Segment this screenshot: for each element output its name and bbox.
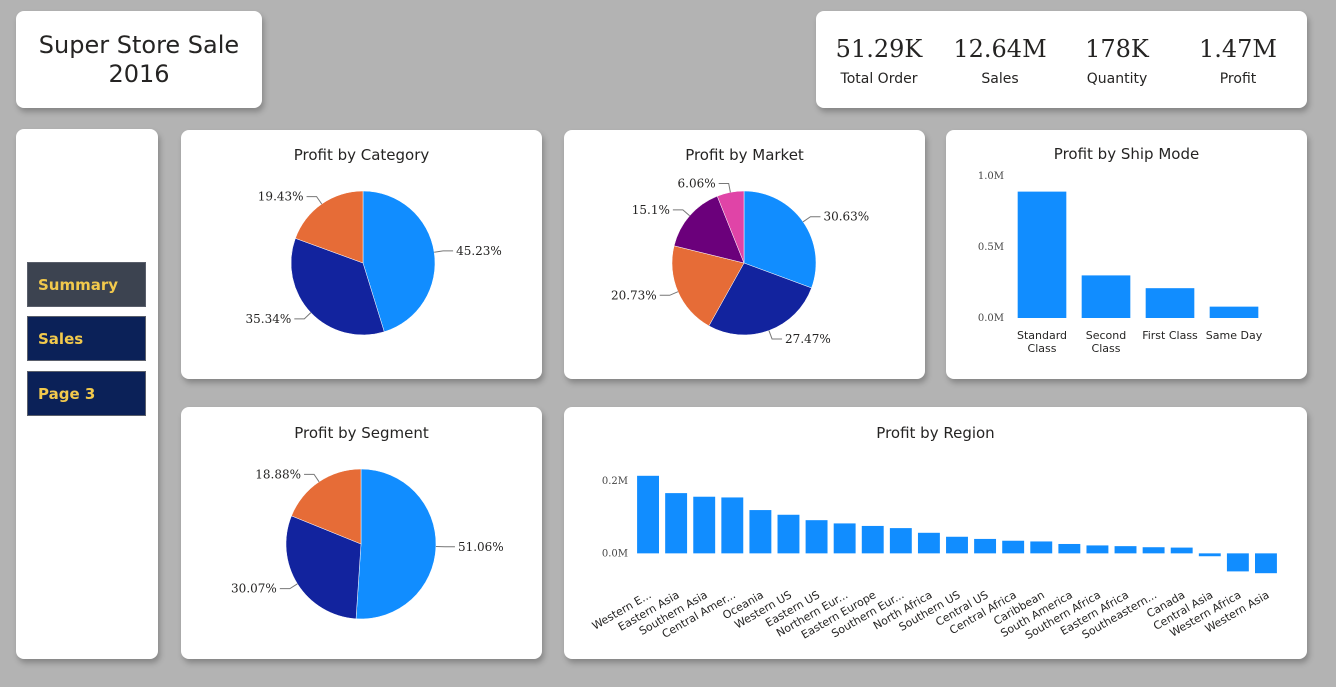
- market-data-label-0: 30.63%: [823, 210, 869, 224]
- report-title: Super Store Sale 2016: [39, 31, 239, 89]
- nav-button-sales-label: Sales: [38, 329, 84, 348]
- profit-by-segment-chart: Profit by Segment 51.06% 30.07% 18.88%: [231, 424, 504, 620]
- region-bar-14[interactable]: [1030, 541, 1053, 554]
- segment-slice-0[interactable]: [355, 468, 437, 620]
- kpi-quantity: 178K Quantity: [1057, 35, 1177, 87]
- ship-mode-category-label-0: Standard Class: [1017, 329, 1067, 355]
- profit-by-segment-card: Profit by Segment 51.06% 30.07% 18.88%: [181, 407, 542, 659]
- kpi-profit-label: Profit: [1219, 71, 1257, 87]
- region-bar-18[interactable]: [1142, 547, 1165, 554]
- kpi-card: 51.29K Total Order 12.64M Sales 178K Qua…: [816, 11, 1307, 108]
- kpi-sales-label: Sales: [981, 71, 1019, 87]
- segment-leader-line-2: [304, 473, 320, 483]
- region-bar-2[interactable]: [693, 496, 716, 554]
- region-bar-11[interactable]: [946, 536, 968, 554]
- region-bar-8[interactable]: [861, 525, 884, 554]
- kpi-profit: 1.47M Profit: [1178, 35, 1298, 87]
- market-data-label-4: 6.06%: [678, 176, 716, 190]
- ship-mode-y-tick-label-2: 1.0M: [978, 171, 1004, 182]
- market-leader-line-2: [659, 291, 679, 296]
- category-leader-line-2: [306, 196, 323, 205]
- kpi-profit-value: 1.47M: [1198, 35, 1277, 63]
- profit-by-region-card: Profit by Region 0.0M 0.2M Western E... Eas…: [564, 407, 1307, 659]
- category-data-label-2: 19.43%: [258, 190, 304, 204]
- kpi-sales: 12.64M Sales: [940, 35, 1060, 87]
- region-bar-0[interactable]: [637, 475, 659, 554]
- category-data-label-0: 45.23%: [456, 244, 502, 258]
- nav-button-summary-label: Summary: [38, 275, 119, 294]
- region-y-tick-label-1: 0.2M: [602, 476, 628, 487]
- kpi-quantity-value: 178K: [1085, 35, 1149, 63]
- kpi-quantity-label: Quantity: [1086, 71, 1148, 87]
- profit-by-category-card: Profit by Category 45.23% 35.34% 19.43%: [181, 130, 542, 379]
- region-bar-6[interactable]: [805, 520, 828, 554]
- navigation-panel: Summary Sales Page 3: [16, 129, 158, 659]
- category-data-label-1: 35.34%: [246, 312, 292, 326]
- ship-mode-y-tick-label-0: 0.0M: [978, 313, 1004, 324]
- region-bar-9[interactable]: [889, 528, 912, 554]
- segment-data-label-2: 18.88%: [255, 467, 301, 481]
- profit-by-segment-title: Profit by Segment: [294, 424, 429, 442]
- ship-mode-category-label-1: Second Class: [1086, 329, 1126, 355]
- ship-mode-bar-1[interactable]: [1081, 275, 1131, 318]
- report-title-line2: 2016: [108, 59, 170, 88]
- kpi-total-order: 51.29K Total Order: [819, 35, 939, 87]
- region-bar-1[interactable]: [665, 493, 688, 554]
- report-title-card: Super Store Sale 2016: [16, 11, 262, 108]
- nav-button-summary[interactable]: Summary: [27, 262, 146, 307]
- region-bar-5[interactable]: [777, 514, 800, 554]
- nav-button-page-3[interactable]: Page 3: [27, 371, 146, 416]
- profit-by-category-title: Profit by Category: [294, 146, 430, 164]
- profit-by-market-card: Profit by Market 30.63% 27.47% 20.73% 15.1%…: [564, 130, 925, 379]
- nav-button-page-3-label: Page 3: [38, 384, 96, 403]
- market-leader-line-3: [672, 209, 690, 217]
- ship-mode-category-label-2: First Class: [1142, 329, 1198, 342]
- report-title-line1: Super Store Sale: [38, 30, 240, 59]
- profit-by-market-title: Profit by Market: [685, 146, 804, 164]
- profit-by-ship-mode-chart: Profit by Ship Mode 0.0M 0.5M 1.0M Standard…: [978, 145, 1263, 355]
- region-bar-4[interactable]: [749, 510, 772, 554]
- region-bar-19[interactable]: [1170, 547, 1193, 554]
- profit-by-region-title: Profit by Region: [876, 424, 994, 442]
- category-leader-line-1: [294, 312, 312, 320]
- region-bar-20[interactable]: [1198, 553, 1221, 557]
- kpi-total-order-value: 51.29K: [835, 35, 923, 63]
- region-bar-17[interactable]: [1114, 546, 1137, 554]
- ship-mode-bar-0[interactable]: [1017, 191, 1067, 318]
- profit-by-ship-mode-title: Profit by Ship Mode: [1054, 145, 1199, 163]
- region-bar-15[interactable]: [1058, 543, 1081, 554]
- market-data-label-3: 15.1%: [632, 203, 670, 217]
- region-y-tick-label-0: 0.0M: [602, 548, 628, 559]
- region-bar-13[interactable]: [1002, 540, 1025, 554]
- region-bar-3[interactable]: [721, 497, 744, 554]
- profit-by-market-chart: Profit by Market 30.63% 27.47% 20.73% 15.1%…: [611, 146, 869, 346]
- profit-by-ship-mode-card: Profit by Ship Mode 0.0M 0.5M 1.0M Standard…: [946, 130, 1307, 379]
- profit-by-category-chart: Profit by Category 45.23% 35.34% 19.43%: [246, 146, 502, 336]
- region-bar-22[interactable]: [1255, 553, 1277, 574]
- nav-button-sales[interactable]: Sales: [27, 316, 146, 361]
- region-bar-21[interactable]: [1226, 553, 1249, 572]
- market-leader-line-0: [802, 216, 821, 223]
- ship-mode-category-label-3: Same Day: [1206, 329, 1263, 342]
- ship-mode-bar-3[interactable]: [1209, 306, 1259, 318]
- ship-mode-y-tick-label-1: 0.5M: [978, 242, 1004, 253]
- market-leader-line-4: [718, 182, 731, 193]
- ship-mode-bar-2[interactable]: [1145, 288, 1195, 318]
- region-bar-12[interactable]: [974, 538, 997, 554]
- profit-by-region-chart: Profit by Region 0.0M0.2MWestern E...Eas…: [590, 424, 1277, 642]
- market-data-label-2: 20.73%: [611, 288, 657, 302]
- region-bar-16[interactable]: [1086, 545, 1109, 554]
- market-leader-line-1: [768, 330, 783, 340]
- kpi-sales-value: 12.64M: [953, 35, 1047, 63]
- region-bar-10[interactable]: [917, 532, 940, 554]
- region-bar-7[interactable]: [833, 523, 856, 554]
- segment-data-label-1: 30.07%: [231, 582, 277, 596]
- market-data-label-1: 27.47%: [785, 332, 831, 346]
- segment-data-label-0: 51.06%: [458, 540, 504, 554]
- kpi-total-order-label: Total Order: [840, 71, 918, 87]
- category-leader-line-0: [434, 250, 454, 253]
- segment-leader-line-1: [279, 583, 298, 590]
